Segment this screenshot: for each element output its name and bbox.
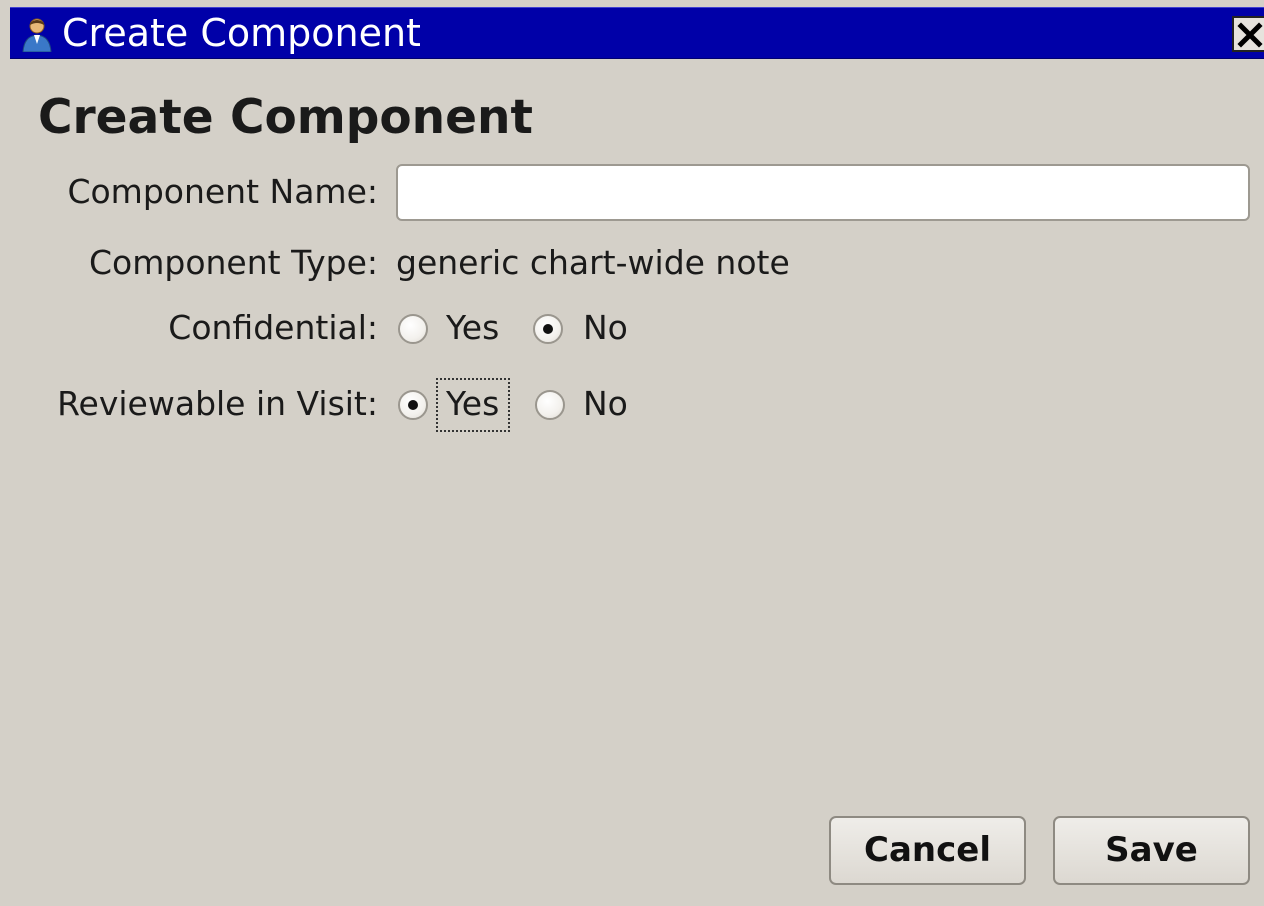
- window-titlebar[interactable]: Create Component: [10, 7, 1264, 59]
- close-button[interactable]: [1232, 16, 1264, 52]
- reviewable-label: Reviewable in Visit:: [57, 384, 378, 423]
- component-type-label: Component Type:: [89, 243, 378, 282]
- confidential-label: Confidential:: [168, 308, 378, 347]
- component-name-input[interactable]: [396, 164, 1250, 221]
- user-icon: [19, 16, 55, 53]
- reviewable-no-radio[interactable]: [535, 390, 565, 420]
- confidential-no-radio[interactable]: [533, 314, 563, 344]
- window-title: Create Component: [62, 11, 421, 55]
- confidential-yes-radio[interactable]: [398, 314, 428, 344]
- dialog-heading: Create Component: [38, 90, 533, 145]
- close-icon: [1237, 22, 1263, 48]
- reviewable-yes-label[interactable]: Yes: [446, 384, 499, 424]
- component-name-label: Component Name:: [67, 172, 378, 211]
- confidential-no-label[interactable]: No: [583, 308, 628, 348]
- cancel-button[interactable]: Cancel: [829, 816, 1026, 885]
- component-type-value: generic chart-wide note: [396, 243, 790, 282]
- reviewable-yes-radio[interactable]: [398, 390, 428, 420]
- reviewable-no-label[interactable]: No: [583, 384, 628, 424]
- save-button[interactable]: Save: [1053, 816, 1250, 885]
- confidential-yes-label[interactable]: Yes: [446, 308, 499, 348]
